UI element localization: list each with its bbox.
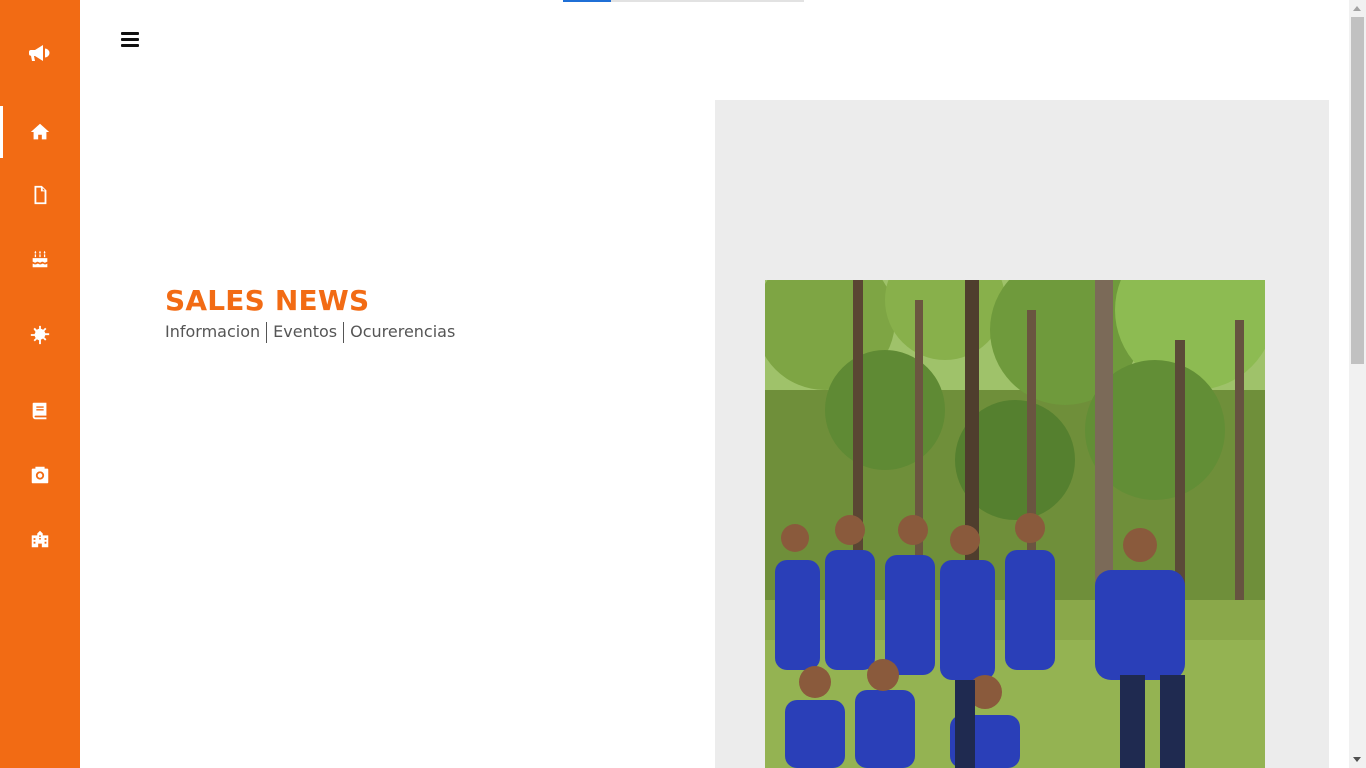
- home-icon: [30, 123, 50, 140]
- hero-section: SALES NEWS Informacion Eventos Ocurerenc…: [165, 283, 455, 343]
- virus-icon: [30, 325, 50, 345]
- divider: [343, 321, 345, 343]
- megaphone-icon[interactable]: [0, 27, 80, 79]
- group-photo: [765, 280, 1265, 768]
- page-title: SALES NEWS: [165, 284, 370, 317]
- sidebar-item-birthdays[interactable]: [0, 233, 80, 285]
- book-icon: [32, 402, 47, 420]
- app-root: SALES NEWS Informacion Eventos Ocurerenc…: [0, 0, 1366, 768]
- hamburger-menu-icon[interactable]: [121, 31, 139, 48]
- sidebar-item-school[interactable]: [0, 513, 80, 565]
- vertical-scrollbar[interactable]: [1349, 0, 1366, 768]
- loading-indicator-fill: [563, 0, 612, 2]
- sidebar-item-book[interactable]: [0, 385, 80, 437]
- sidebar-item-gallery[interactable]: [0, 449, 80, 501]
- sidebar-item-home[interactable]: [0, 106, 80, 158]
- sidebar: [0, 0, 80, 768]
- scroll-down-arrow-icon[interactable]: [1353, 757, 1361, 762]
- scroll-thumb[interactable]: [1351, 17, 1364, 364]
- hero-links: Informacion Eventos Ocurerencias: [165, 321, 455, 343]
- photo-panel: [715, 100, 1329, 768]
- link-informacion[interactable]: Informacion: [165, 321, 260, 343]
- link-eventos[interactable]: Eventos: [273, 321, 337, 343]
- file-icon: [34, 185, 47, 205]
- camera-icon: [31, 466, 49, 484]
- school-icon: [31, 530, 49, 548]
- loading-indicator: [563, 0, 804, 2]
- sidebar-item-documents[interactable]: [0, 169, 80, 221]
- birthday-cake-icon: [32, 250, 48, 268]
- scroll-up-arrow-icon[interactable]: [1353, 6, 1361, 11]
- link-ocurerencias[interactable]: Ocurerencias: [350, 321, 455, 343]
- divider: [266, 321, 268, 343]
- sidebar-item-virus[interactable]: [0, 309, 80, 361]
